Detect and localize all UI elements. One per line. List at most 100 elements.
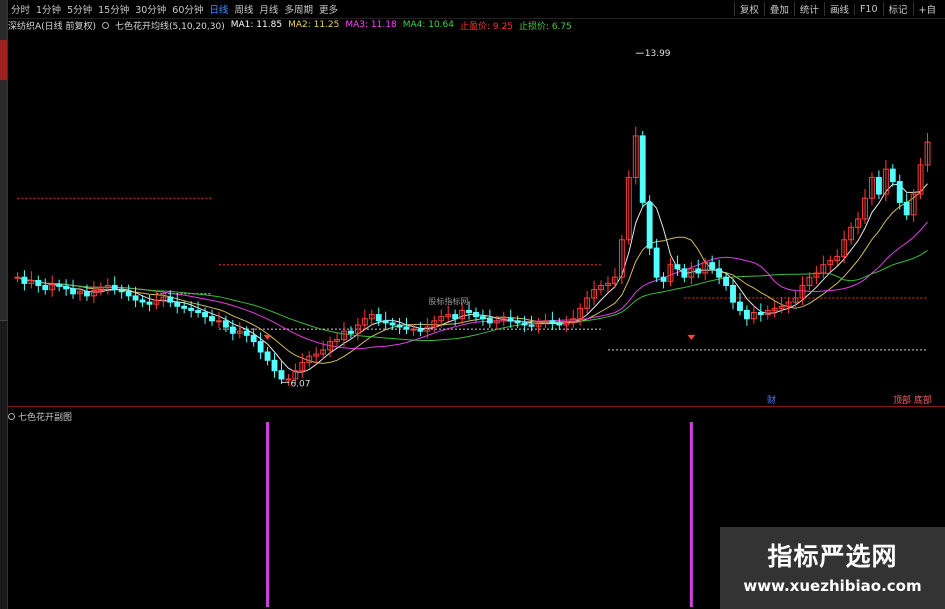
- candle-down: [549, 320, 556, 324]
- toolbar-button-6[interactable]: +自: [912, 2, 941, 16]
- sidebar-tab[interactable]: [0, 160, 7, 201]
- timeframe-1[interactable]: 1分钟: [33, 2, 64, 16]
- candle-down: [35, 280, 42, 286]
- site-watermark: 指标严选网 www.xuezhibiao.com: [720, 527, 945, 609]
- timeframe-9[interactable]: 多周期: [281, 2, 316, 16]
- candle-down: [195, 309, 202, 313]
- ma5-line: [17, 183, 928, 373]
- signal-bar: [266, 422, 270, 607]
- candle-down: [146, 301, 153, 305]
- toolbar-button-1[interactable]: 叠加: [763, 2, 794, 16]
- main-kline-chart[interactable]: 13.99 6.07 股标指标网财 顶部 底部: [8, 32, 945, 406]
- ma10-line: [17, 183, 928, 364]
- timeframe-0[interactable]: 分时: [8, 2, 33, 16]
- timeframe-5[interactable]: 60分钟: [169, 2, 206, 16]
- candle-down: [21, 276, 28, 284]
- candle-down: [417, 328, 424, 332]
- candle-down: [556, 322, 563, 326]
- candle-down: [125, 291, 132, 297]
- candle-down: [63, 285, 70, 290]
- settings-circle-icon[interactable]: [102, 21, 110, 29]
- candle-down: [229, 326, 236, 334]
- sidebar-tab[interactable]: [0, 200, 7, 241]
- toolbar-button-4[interactable]: F10: [853, 3, 883, 15]
- signal-marker-icon: [263, 334, 272, 340]
- timeframe-10[interactable]: 更多: [316, 2, 341, 16]
- candle-up: [216, 320, 222, 323]
- timeframe-4[interactable]: 30分钟: [132, 2, 169, 16]
- candle-down: [730, 284, 736, 303]
- settings-circle-icon[interactable]: [8, 413, 15, 420]
- candle-down: [347, 330, 354, 334]
- candle-down: [174, 301, 181, 307]
- candle-down: [653, 247, 660, 278]
- candle-down: [479, 316, 486, 320]
- candle-down: [42, 284, 49, 291]
- left-sidebar: [0, 0, 8, 609]
- candle-down: [507, 318, 514, 322]
- chart-title-line: 深纺织A(日线 前复权) 七色花开均线(5,10,20,30) MA1: 11.…: [8, 18, 945, 32]
- candle-up: [410, 328, 417, 331]
- watermark-cn: 指标严选网: [767, 542, 898, 571]
- candle-down: [486, 318, 493, 324]
- toolbar-button-2[interactable]: 统计: [793, 2, 824, 16]
- candle-down: [452, 314, 459, 320]
- candle-down: [875, 176, 882, 195]
- ma3-value: MA3: 11.18: [345, 20, 397, 30]
- candle-down: [70, 288, 76, 295]
- candle-down: [278, 370, 285, 380]
- candle-down: [243, 330, 250, 336]
- cai-label: 财: [767, 394, 776, 406]
- candle-down: [473, 312, 479, 318]
- timeframe-3[interactable]: 15分钟: [95, 2, 132, 16]
- stock-name[interactable]: 深纺织A(日线 前复权): [8, 19, 96, 32]
- candle-down: [466, 309, 472, 313]
- candle-down: [84, 291, 90, 297]
- candle-down: [382, 320, 389, 324]
- sidebar-tab[interactable]: [0, 280, 7, 321]
- sidebar-tab[interactable]: [0, 0, 7, 41]
- candle-down: [681, 268, 688, 278]
- candle-down: [264, 351, 271, 361]
- ma1-value: MA1: 11.85: [230, 20, 283, 30]
- candle-down: [118, 289, 125, 293]
- candle-down: [709, 262, 716, 270]
- sidebar-tab-active[interactable]: [0, 40, 7, 81]
- timeframe-6[interactable]: 日线: [206, 2, 231, 16]
- signal-marker-icon: [687, 334, 696, 340]
- timeframe-2[interactable]: 5分钟: [64, 2, 95, 16]
- candle-down: [250, 334, 257, 343]
- candle-down: [528, 324, 535, 327]
- candle-down: [389, 322, 396, 326]
- candle-down: [132, 295, 139, 301]
- toolbar-right: 复权 叠加 统计 画线 F10 标记 +自: [733, 0, 941, 18]
- toolbar-button-0[interactable]: 复权: [733, 2, 764, 16]
- panel-divider: [8, 406, 945, 407]
- candle-down: [757, 312, 764, 316]
- sidebar-tab[interactable]: [0, 80, 7, 121]
- timeframe-7[interactable]: 周线: [231, 2, 256, 16]
- timeframe-8[interactable]: 月线: [256, 2, 281, 16]
- sidebar-tab[interactable]: [0, 120, 7, 161]
- candle-down: [56, 284, 63, 287]
- low-label: 6.07: [290, 379, 310, 389]
- candle-down: [743, 309, 750, 320]
- candle-down: [639, 135, 646, 203]
- candle-down: [181, 305, 188, 309]
- candle-down: [111, 284, 118, 291]
- candle-down: [257, 341, 264, 353]
- indicator-name[interactable]: 七色花开均线(5,10,20,30): [115, 19, 225, 32]
- toolbar-button-5[interactable]: 标记: [882, 2, 913, 16]
- candle-down: [903, 201, 910, 216]
- sidebar-tab[interactable]: [0, 240, 7, 281]
- watermark-url: www.xuezhibiao.com: [743, 577, 922, 595]
- candle-down: [646, 201, 653, 249]
- toolbar-button-3[interactable]: 画线: [823, 2, 854, 16]
- candle-down: [222, 320, 229, 328]
- candle-down: [695, 268, 702, 274]
- candle-down: [737, 301, 743, 311]
- ma4-value: MA4: 10.64: [402, 20, 454, 30]
- candle-down: [209, 316, 215, 322]
- center-watermark: 股标指标网: [428, 296, 468, 306]
- candle-down: [396, 324, 403, 328]
